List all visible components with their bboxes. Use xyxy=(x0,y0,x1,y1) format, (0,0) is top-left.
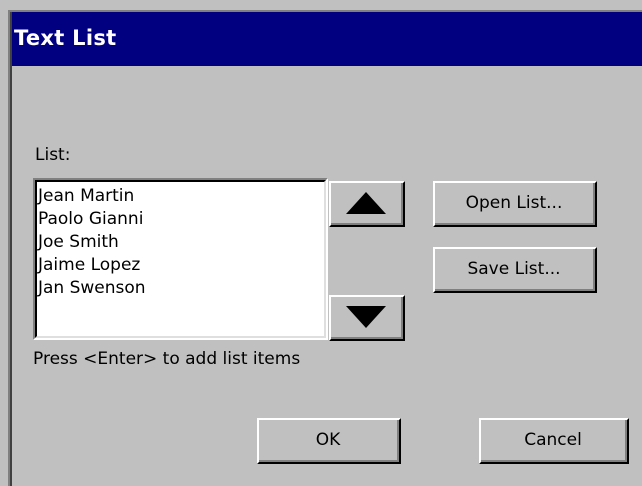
triangle-down-icon xyxy=(346,306,386,328)
list-item[interactable]: Jaime Lopez xyxy=(38,254,324,277)
open-list-label: Open List... xyxy=(435,183,595,225)
list-item[interactable]: Joe Smith xyxy=(38,231,324,254)
window-title: Text List xyxy=(14,26,117,50)
dialog-client-area: List: Jean Martin Paolo Gianni Joe Smith… xyxy=(12,66,642,486)
ok-button[interactable]: OK xyxy=(257,418,401,464)
list-item[interactable]: Jan Swenson xyxy=(38,277,324,300)
move-down-button[interactable] xyxy=(329,295,405,341)
list-item[interactable]: Paolo Gianni xyxy=(38,208,324,231)
list-item[interactable]: Jean Martin xyxy=(38,185,324,208)
triangle-up-icon xyxy=(346,192,386,214)
listbox-content: Jean Martin Paolo Gianni Joe Smith Jaime… xyxy=(35,180,326,338)
move-down-button-face xyxy=(331,297,403,339)
move-up-button[interactable] xyxy=(329,181,405,227)
ok-label: OK xyxy=(259,420,399,462)
cancel-label: Cancel xyxy=(481,420,627,462)
save-list-label: Save List... xyxy=(435,249,595,291)
text-list-dialog: Text List List: Jean Martin Paolo Gianni… xyxy=(0,0,642,486)
hint-text: Press <Enter> to add list items xyxy=(33,349,301,369)
move-up-button-face xyxy=(331,183,403,225)
save-list-button[interactable]: Save List... xyxy=(433,247,597,293)
list-label: List: xyxy=(35,145,71,165)
title-bar[interactable]: Text List xyxy=(12,12,642,66)
text-listbox[interactable]: Jean Martin Paolo Gianni Joe Smith Jaime… xyxy=(33,178,328,340)
open-list-button[interactable]: Open List... xyxy=(433,181,597,227)
window-frame-left xyxy=(0,0,8,486)
cancel-button[interactable]: Cancel xyxy=(479,418,629,464)
